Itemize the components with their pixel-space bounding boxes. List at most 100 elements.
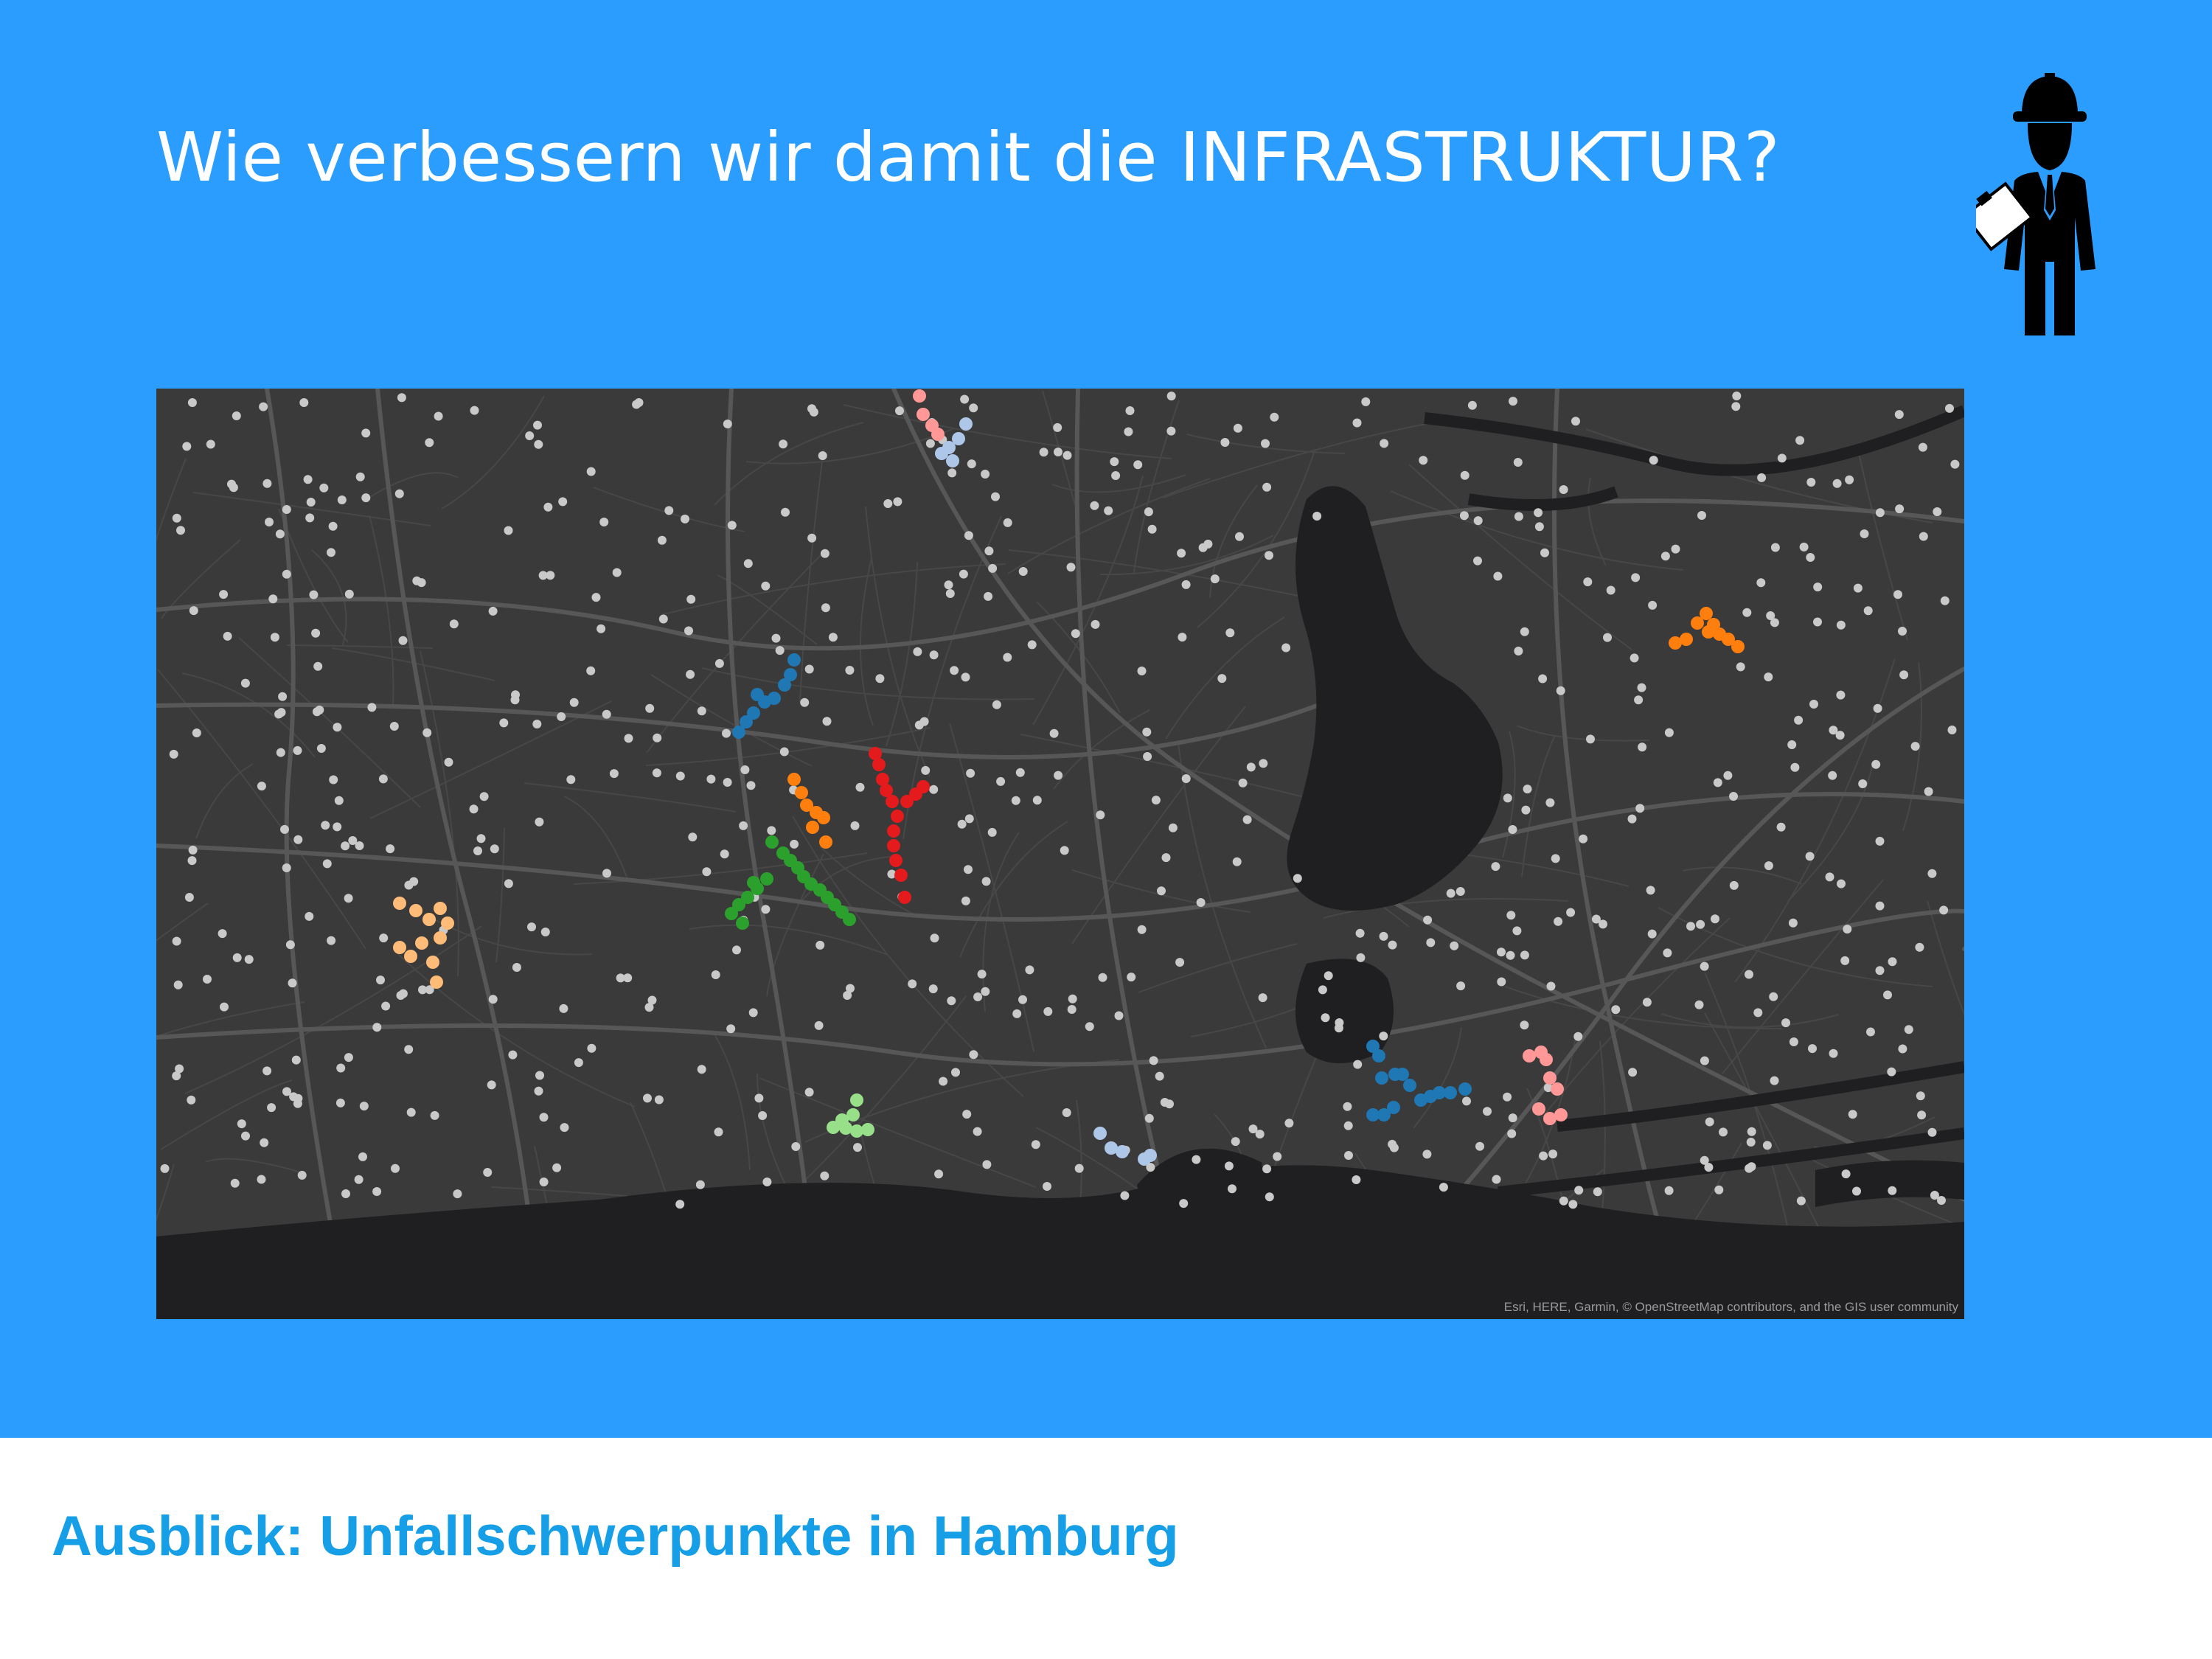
accident-point	[470, 406, 479, 415]
accident-point	[634, 398, 644, 407]
accident-point	[1018, 995, 1027, 1004]
accident-point	[1259, 759, 1268, 768]
accident-point	[1538, 674, 1548, 684]
accident-point	[1284, 1119, 1294, 1128]
accident-point	[293, 835, 303, 844]
hotspot-point	[795, 786, 808, 799]
accident-point	[1142, 727, 1152, 737]
accident-point	[334, 796, 344, 805]
accident-point	[1845, 475, 1854, 484]
hotspot-point	[1458, 1082, 1472, 1096]
accident-point	[257, 782, 266, 791]
accident-point	[313, 661, 323, 671]
accident-point	[982, 1160, 992, 1169]
accident-point	[1039, 448, 1048, 457]
accident-point	[1545, 798, 1555, 807]
accident-point	[1910, 742, 1920, 751]
accident-point	[1508, 825, 1517, 834]
hotspot-point	[843, 913, 856, 926]
accident-point	[262, 1066, 272, 1076]
hotspot-point	[1543, 1071, 1557, 1085]
accident-point	[1836, 620, 1846, 630]
accident-point	[1840, 956, 1850, 965]
accident-point	[535, 1071, 544, 1080]
accident-point	[586, 666, 596, 675]
accident-point	[928, 984, 938, 994]
hotspot-point	[787, 773, 801, 786]
accident-point	[1149, 1056, 1158, 1065]
accident-point	[779, 747, 789, 757]
accident-point	[1808, 1044, 1817, 1054]
accident-point	[488, 995, 498, 1004]
hotspot-point	[409, 904, 422, 917]
accident-point	[1940, 596, 1950, 605]
accident-point	[714, 1127, 723, 1137]
accident-point	[1475, 1141, 1484, 1151]
accident-point	[1583, 577, 1593, 587]
accident-point	[434, 411, 443, 421]
accident-point	[473, 846, 482, 855]
accident-point	[391, 1164, 400, 1173]
accident-point	[396, 991, 406, 1000]
accident-point	[945, 589, 955, 598]
accident-point	[959, 569, 968, 579]
accident-point	[376, 975, 385, 985]
accident-point	[964, 531, 973, 540]
accident-point	[1813, 617, 1822, 627]
accident-point	[727, 521, 737, 530]
accident-point	[1700, 1155, 1709, 1165]
accident-point	[686, 594, 696, 604]
accident-point	[616, 973, 625, 983]
accident-point	[187, 398, 197, 407]
accident-point	[1742, 608, 1752, 617]
accident-point	[748, 1008, 758, 1018]
accident-point	[895, 406, 904, 416]
accident-point	[944, 580, 953, 590]
accident-point	[947, 996, 956, 1006]
hotspot-point	[1116, 1145, 1129, 1158]
accident-point	[1860, 529, 1869, 538]
accident-point	[807, 533, 817, 543]
accident-point	[1794, 715, 1804, 725]
accident-point	[1497, 977, 1506, 987]
accident-point	[1225, 628, 1235, 638]
accident-point	[1551, 854, 1560, 863]
accident-point	[1534, 522, 1544, 532]
accident-point	[1506, 911, 1516, 920]
accident-point	[1492, 1175, 1501, 1184]
hotspot-point	[1387, 1101, 1400, 1114]
accident-point	[305, 911, 314, 921]
hotspot-point	[913, 389, 926, 403]
accident-point	[327, 936, 336, 945]
accident-point	[723, 778, 732, 787]
accident-point	[394, 489, 404, 498]
accident-point	[311, 628, 321, 638]
accident-point	[1837, 879, 1846, 888]
accident-point	[1796, 1196, 1806, 1206]
accident-point	[908, 979, 917, 989]
hotspot-point	[404, 950, 417, 963]
accident-point	[336, 1063, 346, 1073]
accident-point	[1559, 1196, 1568, 1206]
accident-point	[1324, 971, 1333, 981]
accident-point	[645, 703, 655, 713]
hotspot-point	[441, 917, 454, 930]
accident-point	[1293, 874, 1302, 883]
accident-point	[189, 606, 198, 616]
accident-point	[1745, 970, 1753, 979]
accident-point	[818, 451, 827, 460]
accident-point	[1071, 629, 1080, 639]
accident-point	[1893, 590, 1902, 599]
hamburg-accident-map[interactable]: Esri, HERE, Garmin, © OpenStreetMap cont…	[156, 389, 1964, 1319]
accident-point	[961, 896, 970, 905]
accident-point	[1573, 1032, 1583, 1041]
accident-point	[1380, 439, 1389, 448]
accident-point	[996, 776, 1006, 786]
accident-point	[1177, 549, 1186, 558]
accident-point	[714, 658, 724, 668]
accident-point	[761, 581, 771, 591]
accident-point	[987, 827, 997, 837]
accident-point	[1228, 1184, 1237, 1194]
accident-point	[1809, 700, 1818, 709]
accident-point	[1512, 926, 1522, 936]
